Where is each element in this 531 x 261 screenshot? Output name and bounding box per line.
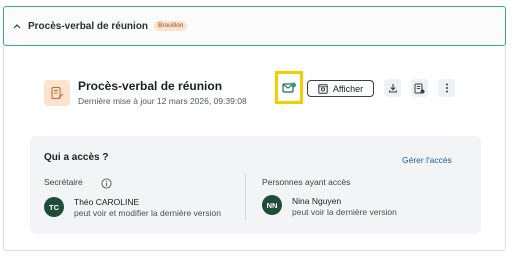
document-settings-icon — [414, 83, 425, 93]
person-name: Nina Nguyen — [292, 196, 342, 206]
access-card — [30, 136, 481, 234]
accordion-header[interactable]: Procès-verbal de réunion Brouillon — [3, 6, 506, 46]
avatar: NN — [262, 195, 282, 215]
info-icon[interactable] — [101, 176, 112, 189]
more-vertical-icon — [445, 83, 448, 93]
document-title: Procès-verbal de réunion — [78, 79, 223, 93]
secretary-name: Théo CAROLINE — [74, 197, 140, 207]
document-settings-button[interactable] — [411, 79, 428, 97]
more-options-button[interactable] — [438, 79, 455, 97]
avatar: TC — [44, 197, 64, 217]
download-icon — [388, 84, 397, 93]
download-button[interactable] — [384, 79, 401, 97]
document-edit-icon — [44, 80, 70, 106]
status-badge: Brouillon — [154, 20, 188, 32]
secretary-label: Secrétaire — [44, 177, 83, 187]
people-with-access-label: Personnes ayant accès — [262, 177, 351, 187]
preview-icon — [318, 83, 328, 94]
last-updated-text: Dernière mise à jour 12 mars 2026, 09:39… — [78, 96, 247, 106]
access-title: Qui a accès ? — [44, 152, 109, 163]
person-role: peut voir la dernière version — [292, 207, 397, 217]
chevron-up-icon[interactable] — [12, 21, 22, 31]
view-button-label: Afficher — [332, 83, 364, 94]
send-email-button[interactable] — [275, 71, 303, 104]
column-divider — [245, 174, 246, 220]
secretary-role: peut voir et modifier la dernière versio… — [74, 208, 221, 218]
envelope-check-icon — [282, 82, 296, 93]
accordion-title: Procès-verbal de réunion — [28, 20, 149, 32]
view-button[interactable]: Afficher — [307, 80, 374, 97]
manage-access-link[interactable]: Gérer l'accès — [402, 155, 452, 165]
